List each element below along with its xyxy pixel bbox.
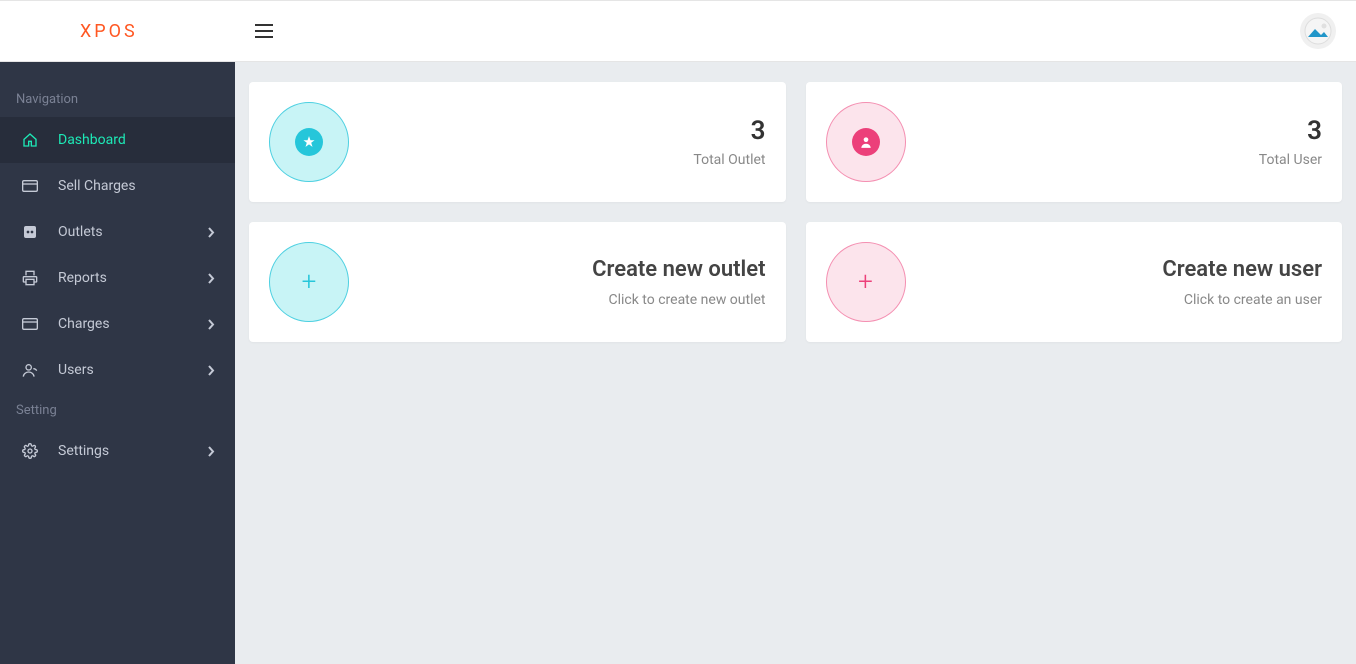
nav-label: Charges [58, 316, 110, 332]
stat-card-outlet: 3 Total Outlet [249, 82, 786, 202]
action-title: Create new user [1162, 257, 1322, 282]
chevron-right-icon [208, 273, 215, 284]
logo-area: XPOS [0, 1, 235, 61]
nav-item-dashboard[interactable]: Dashboard [0, 117, 235, 163]
hamburger-icon [255, 24, 273, 38]
action-icon-circle: + [826, 242, 906, 322]
chevron-right-icon [208, 227, 215, 238]
action-subtitle: Click to create new outlet [592, 292, 765, 308]
action-card-new-user[interactable]: + Create new user Click to create an use… [806, 222, 1343, 342]
nav-item-reports[interactable]: Reports [0, 255, 235, 301]
card-icon [20, 314, 40, 334]
nav-section-setting: Setting [0, 393, 235, 428]
nav-item-users[interactable]: Users [0, 347, 235, 393]
main-content: 3 Total Outlet 3 Total User + [235, 62, 1356, 664]
nav-item-sell-charges[interactable]: Sell Charges [0, 163, 235, 209]
user-avatar[interactable] [1300, 13, 1336, 49]
nav-label: Outlets [58, 224, 103, 240]
user-icon [20, 360, 40, 380]
action-card-new-outlet[interactable]: + Create new outlet Click to create new … [249, 222, 786, 342]
nav-item-outlets[interactable]: Outlets [0, 209, 235, 255]
star-icon [295, 128, 323, 156]
menu-toggle-button[interactable] [255, 24, 273, 38]
stat-icon-circle [269, 102, 349, 182]
plus-icon: + [302, 267, 317, 297]
nav-label: Sell Charges [58, 178, 136, 194]
printer-icon [20, 268, 40, 288]
nav-item-settings[interactable]: Settings [0, 428, 235, 474]
nav-label: Users [58, 362, 94, 378]
action-icon-circle: + [269, 242, 349, 322]
stat-label: Total Outlet [693, 152, 765, 168]
stat-value: 3 [693, 116, 765, 146]
brand-logo: XPOS [80, 21, 138, 42]
gear-icon [20, 441, 40, 461]
nav-label: Dashboard [58, 132, 126, 148]
chevron-right-icon [208, 446, 215, 457]
stat-icon-circle [826, 102, 906, 182]
stat-label: Total User [1259, 152, 1322, 168]
card-icon [20, 176, 40, 196]
nav-item-charges[interactable]: Charges [0, 301, 235, 347]
action-subtitle: Click to create an user [1162, 292, 1322, 308]
person-icon [852, 128, 880, 156]
plug-icon [20, 222, 40, 242]
nav-label: Settings [58, 443, 109, 459]
plus-icon: + [858, 267, 873, 297]
stat-card-user: 3 Total User [806, 82, 1343, 202]
chevron-right-icon [208, 319, 215, 330]
chevron-right-icon [208, 365, 215, 376]
home-icon [20, 130, 40, 150]
stat-value: 3 [1259, 116, 1322, 146]
sidebar: Navigation Dashboard Sell Charges Outlet… [0, 62, 235, 664]
action-title: Create new outlet [592, 257, 765, 282]
nav-section-navigation: Navigation [0, 82, 235, 117]
topbar: XPOS [0, 0, 1356, 62]
nav-label: Reports [58, 270, 107, 286]
picture-icon [1304, 17, 1332, 45]
